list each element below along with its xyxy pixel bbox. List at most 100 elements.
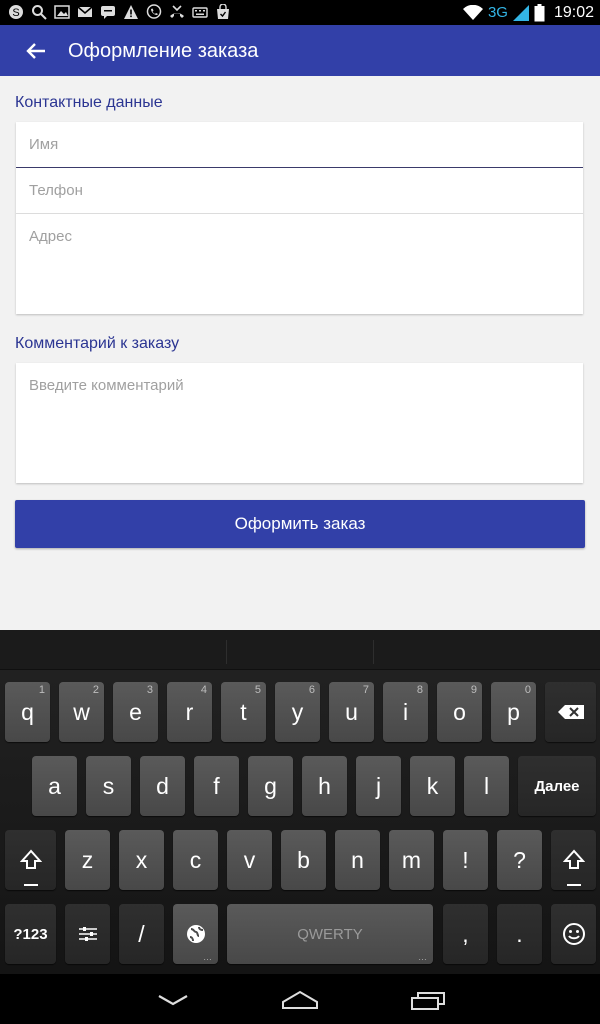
key-label: s xyxy=(102,772,115,799)
key-label: b xyxy=(297,846,310,873)
keyboard-icon xyxy=(192,7,208,18)
key-l[interactable]: l xyxy=(464,756,509,816)
key-x[interactable]: x xyxy=(119,830,164,890)
settings-sliders-icon xyxy=(78,927,97,941)
search-icon xyxy=(32,5,47,20)
emoji-icon xyxy=(562,923,585,945)
store-icon xyxy=(217,4,229,19)
key-label: ?123 xyxy=(13,925,48,943)
key-indicator xyxy=(23,884,38,886)
key-label: t xyxy=(240,698,247,725)
backspace-icon xyxy=(557,705,584,719)
submit-order-button[interactable]: Оформить заказ xyxy=(15,500,585,548)
shift-key-left[interactable] xyxy=(5,830,56,890)
key-r[interactable]: r4 xyxy=(167,682,212,742)
key-label: e xyxy=(129,698,142,725)
key-label: d xyxy=(156,772,169,799)
key-hint: 8 xyxy=(416,684,423,696)
key-label: o xyxy=(453,698,466,725)
address-field[interactable]: Адрес xyxy=(16,214,583,314)
key-hint: 0 xyxy=(524,684,531,696)
language-key[interactable]: … xyxy=(173,904,218,964)
key-label: l xyxy=(483,772,490,799)
key-hint: 6 xyxy=(308,684,315,696)
image-icon xyxy=(54,5,70,19)
home-nav-icon xyxy=(282,990,318,1009)
notification-icons: S xyxy=(8,4,231,20)
key-label: Далее xyxy=(534,777,580,795)
key-f[interactable]: f xyxy=(194,756,239,816)
contact-card: Имя Телфон Адрес xyxy=(16,122,583,314)
key-o[interactable]: o9 xyxy=(437,682,482,742)
key-label: f xyxy=(213,772,220,799)
emoji-key[interactable] xyxy=(551,904,596,964)
key-c[interactable]: c xyxy=(173,830,218,890)
key-z[interactable]: z xyxy=(65,830,110,890)
key-n[interactable]: n xyxy=(335,830,380,890)
arrow-back-icon xyxy=(26,43,45,59)
soft-keyboard: q 1 w 2 e 3 r 4 t 5 y 6 u 7 i 8 o 9 p 0 a s d f g h j k l Далее z x c v b n… xyxy=(0,630,600,974)
key-p[interactable]: p0 xyxy=(491,682,536,742)
chat-icon xyxy=(101,6,115,19)
key-hint: 3 xyxy=(146,684,153,696)
app-bar: Оформление заказа xyxy=(0,25,600,76)
key-label: QWERTY xyxy=(297,925,363,943)
shift-key-right[interactable] xyxy=(551,830,596,890)
back-button[interactable] xyxy=(20,37,52,65)
name-field[interactable]: Имя xyxy=(16,122,583,168)
key-label: u xyxy=(345,698,358,725)
home-nav-button[interactable] xyxy=(270,986,330,1014)
order-form: Контактные данные Имя Телфон Адрес Комме… xyxy=(0,76,600,630)
gmail-icon xyxy=(77,6,93,17)
key-label: r xyxy=(185,698,194,725)
comma-key[interactable]: , xyxy=(443,904,488,964)
key-g[interactable]: g xyxy=(248,756,293,816)
key-a[interactable]: a xyxy=(32,756,77,816)
screen: S 3G 19:02 Оформление заказа Контактные … xyxy=(0,0,600,1024)
signal-icon xyxy=(512,4,529,21)
key-k[interactable]: k xyxy=(410,756,455,816)
enter-key[interactable]: Далее xyxy=(518,756,596,816)
key-i[interactable]: i8 xyxy=(383,682,428,742)
comment-field[interactable]: Введите комментарий xyxy=(16,363,583,483)
comment-section-title: Комментарий к заказу xyxy=(15,335,180,352)
space-key[interactable]: QWERTY… xyxy=(227,904,433,964)
key-q[interactable]: q1 xyxy=(5,682,50,742)
phone-field[interactable]: Телфон xyxy=(16,168,583,214)
period-key[interactable]: . xyxy=(497,904,542,964)
key-w[interactable]: w2 xyxy=(59,682,104,742)
key-question[interactable]: ? xyxy=(497,830,542,890)
key-label: ? xyxy=(513,846,526,873)
key-label: c xyxy=(189,846,202,873)
key-h[interactable]: h xyxy=(302,756,347,816)
key-t[interactable]: t5 xyxy=(221,682,266,742)
key-b[interactable]: b xyxy=(281,830,326,890)
page-title: Оформление заказа xyxy=(68,40,259,62)
slash-key[interactable]: / xyxy=(119,904,164,964)
key-y[interactable]: y6 xyxy=(275,682,320,742)
key-hint: 9 xyxy=(470,684,477,696)
suggestion-divider xyxy=(226,640,227,664)
key-hint: 7 xyxy=(362,684,369,696)
key-e[interactable]: e3 xyxy=(113,682,158,742)
symbols-key[interactable]: ?123 xyxy=(5,904,56,964)
key-label: a xyxy=(48,772,61,799)
clock: 19:02 xyxy=(553,4,594,21)
recents-nav-button[interactable] xyxy=(398,986,458,1014)
key-s[interactable]: s xyxy=(86,756,131,816)
key-m[interactable]: m xyxy=(389,830,434,890)
network-type: 3G xyxy=(487,4,508,21)
key-label: k xyxy=(426,772,439,799)
settings-key[interactable] xyxy=(65,904,110,964)
key-u[interactable]: u7 xyxy=(329,682,374,742)
back-nav-button[interactable] xyxy=(143,986,203,1014)
wifi-icon xyxy=(462,4,483,20)
back-nav-icon xyxy=(158,995,188,1006)
backspace-key[interactable] xyxy=(545,682,596,742)
viber-icon xyxy=(146,4,162,19)
key-d[interactable]: d xyxy=(140,756,185,816)
key-exclamation[interactable]: ! xyxy=(443,830,488,890)
key-v[interactable]: v xyxy=(227,830,272,890)
key-j[interactable]: j xyxy=(356,756,401,816)
status-bar: S 3G 19:02 xyxy=(0,0,600,25)
